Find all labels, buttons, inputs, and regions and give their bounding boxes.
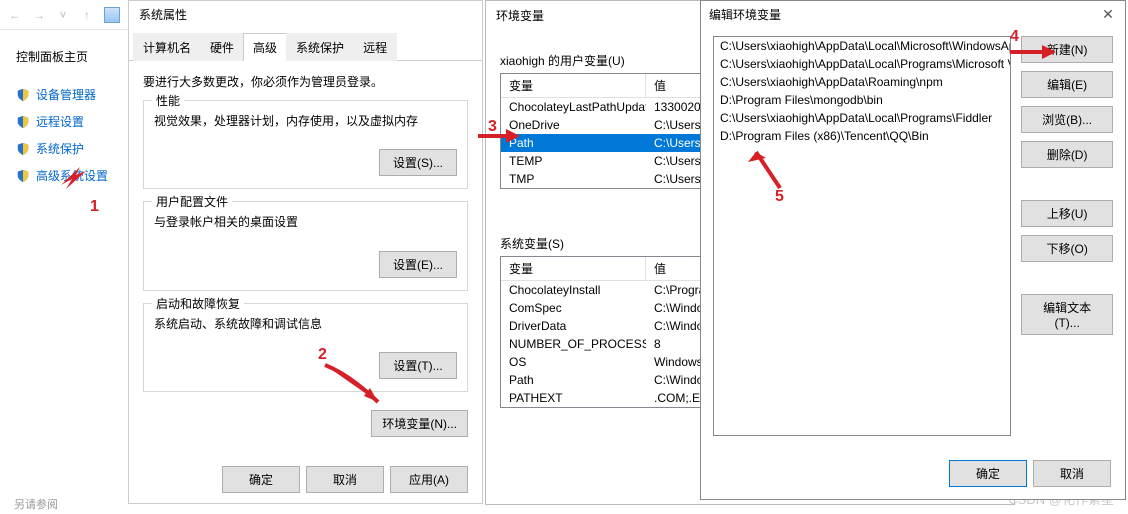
cancel-button[interactable]: 取消 [306, 466, 384, 493]
cell-var: Path [501, 134, 646, 152]
group-desc: 系统启动、系统故障和调试信息 [154, 314, 457, 334]
cell-var: ChocolateyLastPathUpdate [501, 98, 646, 116]
cell-var: Path [501, 371, 646, 389]
ok-button[interactable]: 确定 [949, 460, 1027, 487]
see-also-label: 另请参阅 [14, 496, 58, 512]
dialog-title: 系统属性 [129, 1, 482, 28]
list-item[interactable]: C:\Users\xiaohigh\AppData\Local\Programs… [714, 55, 1010, 73]
col-var[interactable]: 变量 [501, 257, 646, 280]
annotation-number: 4 [1010, 28, 1019, 46]
sidebar: 控制面板主页 设备管理器远程设置系统保护高级系统设置 [0, 30, 120, 514]
edit-path-button[interactable]: 编辑(E) [1021, 71, 1113, 98]
sidebar-link-label: 远程设置 [36, 113, 84, 130]
move-up-button[interactable]: 上移(U) [1021, 200, 1113, 227]
system-properties-dialog: 系统属性 计算机名硬件高级系统保护远程 要进行大多数更改，你必须作为管理员登录。… [128, 0, 483, 504]
group-title: 启动和故障恢复 [152, 295, 244, 312]
sidebar-link[interactable]: 设备管理器 [10, 81, 120, 108]
annotation-number: 2 [318, 346, 327, 364]
tab[interactable]: 远程 [353, 33, 397, 61]
group-desc: 视觉效果，处理器计划，内存使用，以及虚拟内存 [154, 111, 457, 131]
admin-info-text: 要进行大多数更改，你必须作为管理员登录。 [143, 73, 468, 90]
cancel-button[interactable]: 取消 [1033, 460, 1111, 487]
delete-path-button[interactable]: 删除(D) [1021, 141, 1113, 168]
cell-var: TEMP [501, 152, 646, 170]
cell-var: PATHEXT [501, 389, 646, 407]
tab[interactable]: 系统保护 [286, 33, 354, 61]
performance-group: 性能 视觉效果，处理器计划，内存使用，以及虚拟内存 设置(S)... [143, 100, 468, 189]
monitor-icon [104, 7, 120, 23]
annotation-number: 1 [90, 198, 99, 216]
chevron-down-icon[interactable]: ˅ [56, 8, 70, 22]
col-var[interactable]: 变量 [501, 74, 646, 97]
cell-var: OneDrive [501, 116, 646, 134]
new-path-button[interactable]: 新建(N) [1021, 36, 1113, 63]
startup-settings-button[interactable]: 设置(T)... [379, 352, 457, 379]
forward-icon[interactable]: → [32, 8, 46, 22]
path-list[interactable]: C:\Users\xiaohigh\AppData\Local\Microsof… [713, 36, 1011, 436]
sidebar-link[interactable]: 高级系统设置 [10, 162, 120, 189]
list-item[interactable]: C:\Users\xiaohigh\AppData\Roaming\npm [714, 73, 1010, 91]
up-icon[interactable]: ↑ [80, 8, 94, 22]
tab[interactable]: 硬件 [200, 33, 244, 61]
tabs: 计算机名硬件高级系统保护远程 [129, 32, 482, 61]
cell-var: TMP [501, 170, 646, 188]
tab[interactable]: 高级 [243, 33, 287, 61]
list-item[interactable]: D:\Program Files (x86)\Tencent\QQ\Bin [714, 127, 1010, 145]
edit-env-dialog: 编辑环境变量 ✕ C:\Users\xiaohigh\AppData\Local… [700, 0, 1126, 500]
dialog-title: 编辑环境变量 [709, 6, 781, 23]
group-desc: 与登录帐户相关的桌面设置 [154, 212, 457, 232]
list-item[interactable]: D:\Program Files\mongodb\bin [714, 91, 1010, 109]
list-item[interactable]: C:\Users\xiaohigh\AppData\Local\Microsof… [714, 37, 1010, 55]
list-item[interactable]: C:\Users\xiaohigh\AppData\Local\Programs… [714, 109, 1010, 127]
browse-button[interactable]: 浏览(B)... [1021, 106, 1113, 133]
sidebar-link-label: 高级系统设置 [36, 167, 108, 184]
profiles-settings-button[interactable]: 设置(E)... [379, 251, 457, 278]
cell-var: ComSpec [501, 299, 646, 317]
back-icon[interactable]: ← [8, 8, 22, 22]
profiles-group: 用户配置文件 与登录帐户相关的桌面设置 设置(E)... [143, 201, 468, 290]
group-title: 性能 [152, 92, 184, 109]
sidebar-link[interactable]: 系统保护 [10, 135, 120, 162]
cell-var: ChocolateyInstall [501, 281, 646, 299]
group-title: 用户配置文件 [152, 193, 232, 210]
edit-text-button[interactable]: 编辑文本(T)... [1021, 294, 1113, 335]
sidebar-link-label: 系统保护 [36, 140, 84, 157]
close-icon[interactable]: ✕ [1099, 6, 1117, 23]
annotation-number: 5 [775, 188, 784, 206]
sidebar-link-label: 设备管理器 [36, 86, 96, 103]
cp-home-link[interactable]: 控制面板主页 [10, 48, 120, 65]
annotation-number: 3 [488, 118, 497, 136]
move-down-button[interactable]: 下移(O) [1021, 235, 1113, 262]
ok-button[interactable]: 确定 [222, 466, 300, 493]
tab[interactable]: 计算机名 [133, 33, 201, 61]
cell-var: NUMBER_OF_PROCESSORS [501, 335, 646, 353]
apply-button[interactable]: 应用(A) [390, 466, 468, 493]
env-vars-button[interactable]: 环境变量(N)... [371, 410, 468, 437]
perf-settings-button[interactable]: 设置(S)... [379, 149, 457, 176]
cell-var: DriverData [501, 317, 646, 335]
cell-var: OS [501, 353, 646, 371]
sidebar-link[interactable]: 远程设置 [10, 108, 120, 135]
startup-group: 启动和故障恢复 系统启动、系统故障和调试信息 设置(T)... [143, 303, 468, 392]
